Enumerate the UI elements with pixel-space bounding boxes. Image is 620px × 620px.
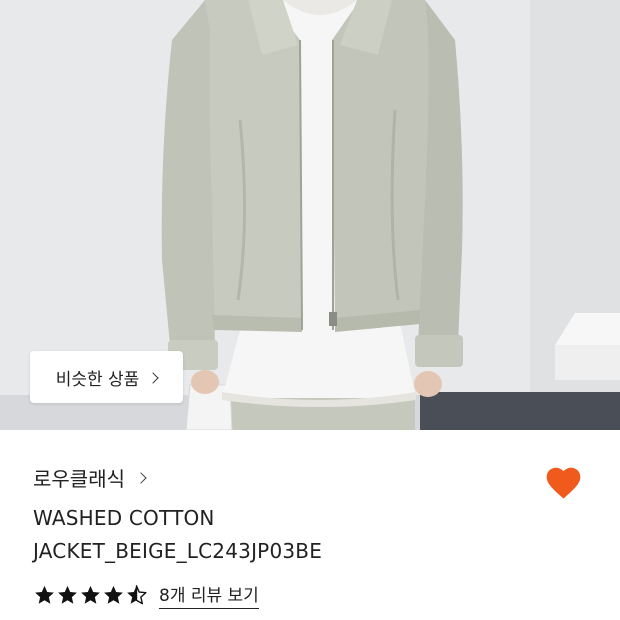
product-title-line1: WASHED COTTON — [33, 506, 215, 530]
brand-name: 로우클래식 — [33, 466, 125, 491]
similar-products-label: 비슷한 상품 — [55, 369, 140, 390]
chevron-right-icon — [147, 371, 159, 384]
heart-icon[interactable] — [543, 463, 584, 504]
rating-row: 8개 리뷰 보기 — [34, 581, 259, 609]
product-title: WASHED COTTON JACKET_BEIGE_LC243JP03BE — [33, 502, 533, 568]
similar-products-button[interactable]: 비슷한 상품 — [30, 351, 183, 403]
star-icon — [81, 585, 100, 604]
star-half-icon — [127, 585, 147, 605]
star-icon — [35, 585, 54, 604]
star-icon — [104, 585, 123, 604]
reviews-link[interactable]: 8개 리뷰 보기 — [159, 581, 259, 609]
star-icon — [58, 585, 77, 604]
star-rating — [34, 585, 147, 605]
brand-link[interactable]: 로우클래식 — [33, 462, 147, 492]
chevron-right-icon — [135, 471, 147, 484]
product-title-line2: JACKET_BEIGE_LC243JP03BE — [33, 539, 323, 563]
